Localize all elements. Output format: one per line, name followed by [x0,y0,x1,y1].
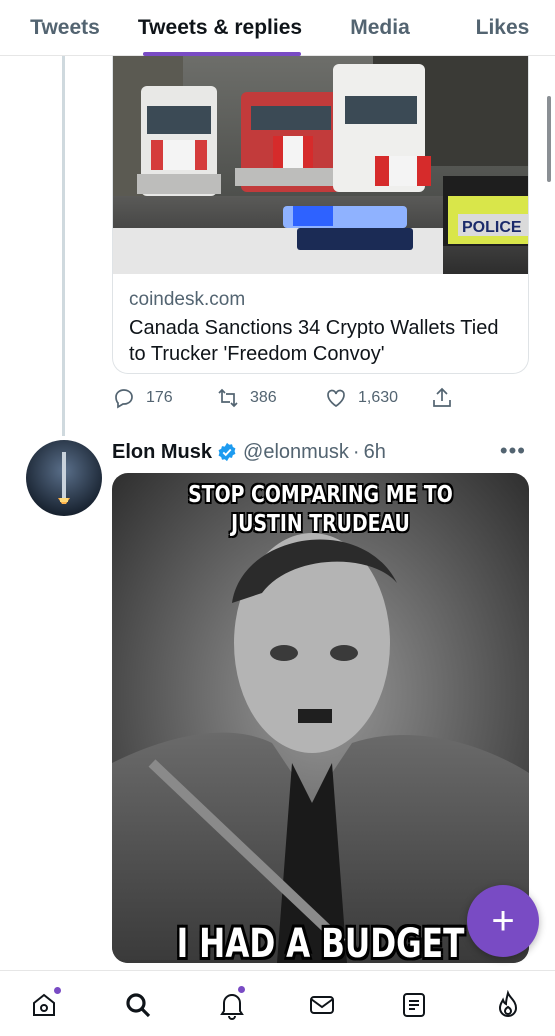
verified-badge-icon [218,442,236,462]
link-title: Canada Sanctions 34 Crypto Wallets Tied … [129,317,499,365]
reply-button[interactable]: 176 [112,384,173,412]
heart-icon [327,389,345,408]
reply-icon [115,389,133,409]
reply-count: 176 [146,389,173,406]
nav-spaces[interactable] [488,985,528,1025]
lists-icon [403,993,425,1017]
plus-icon: + [491,898,515,943]
separator-dot: · [352,440,360,463]
bottom-navigation [0,970,555,1036]
messages-icon [310,996,334,1014]
home-icon [33,993,55,1016]
meme-bottom-text: I HAD A BUDGET [176,921,465,963]
meme-top-text: STOP COMPARING ME TO JUSTIN TRUDEAU [188,482,453,537]
police-vest-text: POLICE [462,219,522,236]
link-card[interactable]: POLICE coindesk.com Canada Sanctions 34 … [112,56,529,374]
tab-tweets-and-replies[interactable]: Tweets & replies [130,0,310,56]
meme-image[interactable]: STOP COMPARING ME TO JUSTIN TRUDEAU I HA… [112,473,529,963]
tab-tweets[interactable]: Tweets [0,0,130,56]
tab-tweets-label: Tweets [30,16,100,39]
nav-search[interactable] [118,985,158,1025]
scrollbar[interactable] [547,96,551,182]
tweet-time[interactable]: 6h [364,441,386,464]
tab-tweets-and-replies-label: Tweets & replies [137,16,303,39]
retweet-button[interactable]: 386 [216,384,277,412]
like-button[interactable]: 1,630 [324,384,398,412]
more-options-icon[interactable]: ••• [500,438,526,464]
nav-lists[interactable] [394,985,434,1025]
nav-notifications[interactable] [212,985,252,1025]
trucker-convoy-photo: POLICE [113,56,528,274]
retweet-icon [218,388,238,408]
search-icon [126,993,151,1018]
nav-home[interactable] [24,985,64,1025]
notifications-dot [238,986,245,993]
tab-likes-label: Likes [475,16,530,39]
nav-messages[interactable] [302,985,342,1025]
notifications-icon [220,994,244,1020]
retweet-count: 386 [250,389,277,406]
share-button[interactable] [430,384,454,412]
share-icon [433,387,451,407]
home-notification-dot [54,987,61,994]
avatar[interactable] [26,440,102,516]
author-name[interactable]: Elon Musk [112,441,212,464]
thread-line [62,56,65,436]
link-domain: coindesk.com [129,289,246,310]
link-card-text: coindesk.com Canada Sanctions 34 Crypto … [129,288,516,367]
tab-media[interactable]: Media [310,0,450,56]
profile-tabs: Tweets Tweets & replies Media Likes [0,0,555,56]
author-handle[interactable]: @elonmusk [243,441,349,464]
tweet-header: Elon Musk @elonmusk · 6h ••• [112,438,532,466]
tab-media-label: Media [350,16,410,39]
compose-tweet-button[interactable]: + [467,885,539,957]
like-count: 1,630 [358,389,399,406]
tweet-actions: 176 386 1,630 [112,384,532,412]
spaces-icon [498,990,518,1017]
tab-likes[interactable]: Likes [450,0,555,56]
